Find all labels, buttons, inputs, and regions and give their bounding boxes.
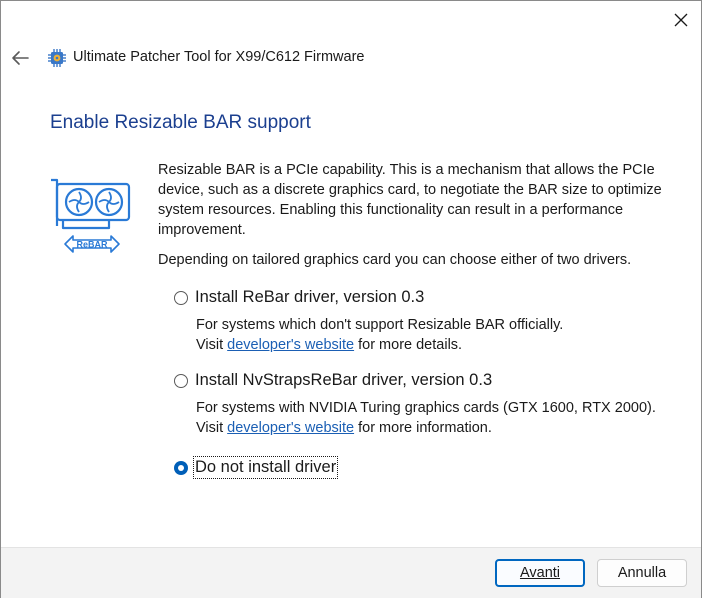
option-nvstraps-driver-label: Install NvStrapsReBar driver, version 0.…: [195, 371, 493, 389]
wizard-window: Ultimate Patcher Tool for X99/C612 Firmw…: [0, 0, 702, 598]
option-rebar-driver-detail: For systems which don't support Resizabl…: [196, 315, 563, 355]
back-button[interactable]: [7, 45, 33, 71]
option-nvstraps-driver-visit-line: Visit developer's website for more infor…: [196, 418, 656, 438]
wizard-footer: Avanti Annulla: [1, 547, 701, 598]
option-no-driver-label: Do not install driver: [192, 456, 339, 479]
developer-website-link[interactable]: developer's website: [227, 420, 354, 436]
developer-website-link[interactable]: developer's website: [227, 337, 354, 353]
close-button[interactable]: [663, 3, 699, 37]
illustration-label: ReBAR: [76, 240, 108, 250]
cancel-button-label: Annulla: [617, 565, 667, 581]
option-no-driver[interactable]: Do not install driver: [174, 456, 339, 479]
chip-gear-icon: [48, 49, 66, 67]
cancel-button[interactable]: Annulla: [597, 559, 687, 587]
option-rebar-driver[interactable]: Install ReBar driver, version 0.3: [174, 288, 424, 307]
page-title: Enable Resizable BAR support: [50, 112, 311, 133]
close-icon: [674, 13, 688, 27]
visit-prefix: Visit: [196, 420, 228, 436]
visit-prefix: Visit: [196, 337, 228, 353]
option-nvstraps-driver-detail-line: For systems with NVIDIA Turing graphics …: [196, 400, 656, 416]
option-rebar-driver-visit-line: Visit developer's website for more detai…: [196, 335, 563, 355]
option-nvstraps-driver[interactable]: Install NvStrapsReBar driver, version 0.…: [174, 371, 492, 390]
option-rebar-driver-label: Install ReBar driver, version 0.3: [195, 288, 425, 306]
visit-suffix: for more information.: [354, 420, 492, 436]
description-text: Resizable BAR is a PCIe capability. This…: [158, 162, 662, 238]
window-title: Ultimate Patcher Tool for X99/C612 Firmw…: [73, 49, 365, 65]
radio-nvstraps-driver[interactable]: [174, 373, 188, 388]
wizard-header: Ultimate Patcher Tool for X99/C612 Firmw…: [1, 39, 701, 79]
option-rebar-driver-detail-line: For systems which don't support Resizabl…: [196, 317, 564, 333]
next-button[interactable]: Avanti: [495, 559, 585, 587]
radio-no-driver[interactable]: [174, 460, 188, 475]
graphics-card-icon: ReBAR: [51, 178, 131, 253]
instruction-text: Depending on tailored graphics card you …: [158, 252, 632, 268]
next-button-label: Avanti: [519, 565, 561, 581]
option-nvstraps-driver-detail: For systems with NVIDIA Turing graphics …: [196, 398, 656, 438]
back-arrow-icon: [12, 51, 29, 65]
radio-rebar-driver[interactable]: [174, 290, 188, 305]
visit-suffix: for more details.: [354, 337, 463, 353]
